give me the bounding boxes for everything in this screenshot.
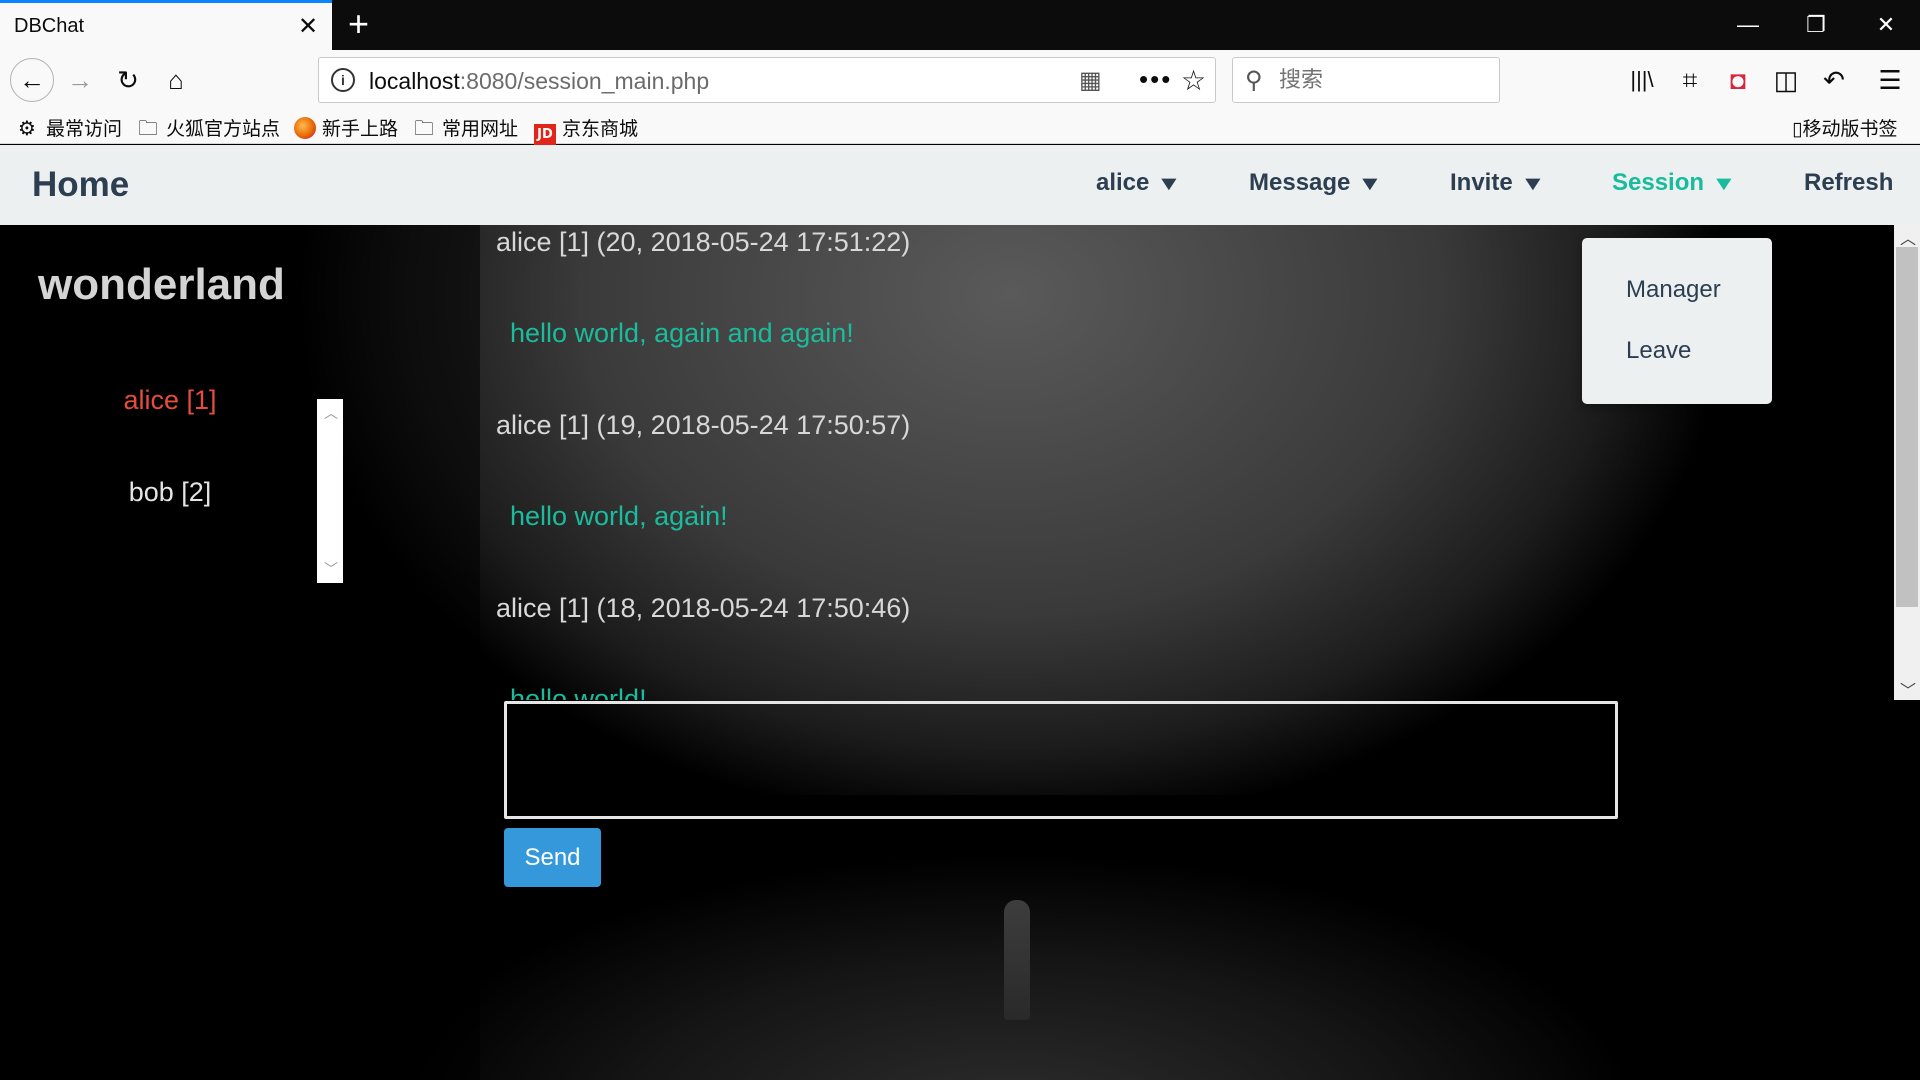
menu-item-manager[interactable]: Manager bbox=[1626, 276, 1721, 304]
bookmark-star-icon[interactable]: ☆ bbox=[1181, 64, 1206, 97]
scroll-down-icon[interactable]: ﹀ bbox=[324, 559, 338, 579]
bookmark-getting-started[interactable]: 新手上路 bbox=[294, 114, 398, 140]
info-icon[interactable]: i bbox=[331, 68, 355, 92]
app-navbar: Home alice ▼ Message ▼ Invite ▼ Session ▼ Re… bbox=[0, 145, 1920, 225]
library-icon[interactable]: |||\ bbox=[1624, 62, 1660, 98]
restore-icon[interactable]: ❐ bbox=[1796, 8, 1836, 42]
menu-item-leave[interactable]: Leave bbox=[1626, 337, 1691, 365]
firefox-icon bbox=[294, 117, 316, 139]
home-link[interactable]: Home bbox=[32, 165, 129, 205]
screenshot-icon[interactable]: ⌗ bbox=[1672, 62, 1708, 98]
user-list-item[interactable]: bob [2] bbox=[60, 477, 280, 508]
caret-down-icon: ▼ bbox=[1711, 173, 1737, 195]
message: alice [1] (19, 2018-05-24 17:50:57) hell… bbox=[480, 408, 1894, 591]
message-body: hello world! bbox=[510, 684, 647, 700]
bookmark-firefox-site[interactable]: 🗀 火狐官方站点 bbox=[138, 114, 280, 140]
search-input[interactable] bbox=[1279, 64, 1489, 96]
caret-down-icon: ▼ bbox=[1519, 173, 1546, 195]
bookmark-jd[interactable]: JD 京东商城 bbox=[534, 114, 638, 146]
bookmark-common-sites[interactable]: 🗀 常用网址 bbox=[414, 114, 518, 140]
caret-down-icon: ▼ bbox=[1357, 173, 1384, 195]
browser-tab[interactable]: DBChat ✕ bbox=[0, 0, 332, 50]
forward-icon[interactable]: → bbox=[62, 62, 98, 98]
minimize-icon[interactable]: — bbox=[1728, 8, 1768, 42]
browser-tab-bar: DBChat ✕ + — ❐ ✕ bbox=[0, 0, 1920, 50]
new-tab-icon[interactable]: + bbox=[348, 6, 369, 42]
page: Home alice ▼ Message ▼ Invite ▼ Session ▼ Re… bbox=[0, 145, 1920, 1080]
pocket-icon[interactable]: ◘ bbox=[1720, 62, 1756, 98]
scroll-up-icon[interactable]: ︿ bbox=[1900, 225, 1916, 249]
folder-icon: 🗀 bbox=[138, 116, 158, 140]
qr-code-icon[interactable]: ▦ bbox=[1079, 66, 1102, 95]
message-header: alice [1] (18, 2018-05-24 17:50:46) bbox=[496, 593, 911, 623]
message-body: hello world, again and again! bbox=[510, 318, 854, 348]
nav-user-dropdown[interactable]: alice ▼ bbox=[1096, 169, 1183, 197]
url-bar[interactable]: i localhost:8080/session_main.php ▦ ••• … bbox=[318, 57, 1216, 103]
page-scrollbar[interactable]: ︿ ﹀ bbox=[1894, 225, 1920, 700]
search-icon: ⚲ bbox=[1245, 67, 1263, 94]
search-bar[interactable]: ⚲ bbox=[1232, 57, 1500, 103]
tab-title: DBChat bbox=[14, 15, 85, 37]
bookmark-mobile[interactable]: ▯移动版书签 bbox=[1792, 114, 1897, 140]
mobile-icon: ▯ bbox=[1792, 118, 1803, 140]
close-tab-icon[interactable]: ✕ bbox=[298, 15, 318, 39]
user-list-scrollbar[interactable]: ︿ ﹀ bbox=[317, 399, 343, 583]
nav-session-dropdown[interactable]: Session ▼ bbox=[1612, 169, 1737, 197]
undo-icon[interactable]: ↶ bbox=[1816, 62, 1852, 98]
message: alice [1] (18, 2018-05-24 17:50:46) hell… bbox=[480, 591, 1894, 700]
nav-refresh[interactable]: Refresh bbox=[1804, 169, 1893, 197]
background-figure bbox=[1004, 900, 1030, 1020]
message-input[interactable] bbox=[504, 701, 1618, 819]
scroll-up-icon[interactable]: ︿ bbox=[324, 403, 338, 423]
message-header: alice [1] (20, 2018-05-24 17:51:22) bbox=[496, 227, 911, 257]
page-actions-icon[interactable]: ••• bbox=[1139, 64, 1172, 95]
caret-down-icon: ▼ bbox=[1156, 173, 1183, 195]
reload-icon[interactable]: ↻ bbox=[110, 62, 146, 98]
nav-message-dropdown[interactable]: Message ▼ bbox=[1249, 169, 1384, 197]
nav-invite-dropdown[interactable]: Invite ▼ bbox=[1450, 169, 1545, 197]
gear-icon: ⚙ bbox=[18, 116, 36, 140]
folder-icon: 🗀 bbox=[414, 116, 434, 140]
back-icon[interactable]: ← bbox=[10, 58, 54, 102]
sidebar-icon[interactable]: ◫ bbox=[1768, 62, 1804, 98]
home-icon[interactable]: ⌂ bbox=[158, 62, 194, 98]
send-button[interactable]: Send bbox=[504, 828, 601, 887]
jd-icon: JD bbox=[534, 124, 556, 146]
bookmarks-toolbar: ⚙ 最常访问 🗀 火狐官方站点 新手上路 🗀 常用网址 JD 京东商城 ▯移动版书签 bbox=[0, 110, 1920, 146]
url-text[interactable]: localhost:8080/session_main.php bbox=[369, 68, 709, 95]
room-title: wonderland bbox=[38, 260, 285, 309]
close-window-icon[interactable]: ✕ bbox=[1866, 8, 1906, 42]
message-header: alice [1] (19, 2018-05-24 17:50:57) bbox=[496, 410, 911, 440]
message-body: hello world, again! bbox=[510, 501, 728, 531]
scroll-down-icon[interactable]: ﹀ bbox=[1900, 677, 1916, 701]
browser-nav-bar: ← → ↻ ⌂ i localhost:8080/session_main.ph… bbox=[0, 50, 1920, 110]
menu-icon[interactable]: ☰ bbox=[1872, 62, 1908, 98]
bookmark-most-visited[interactable]: ⚙ 最常访问 bbox=[18, 114, 122, 140]
scrollbar-thumb[interactable] bbox=[1896, 247, 1918, 607]
session-dropdown-menu: Manager Leave bbox=[1582, 238, 1772, 404]
user-list-item[interactable]: alice [1] bbox=[60, 385, 280, 416]
